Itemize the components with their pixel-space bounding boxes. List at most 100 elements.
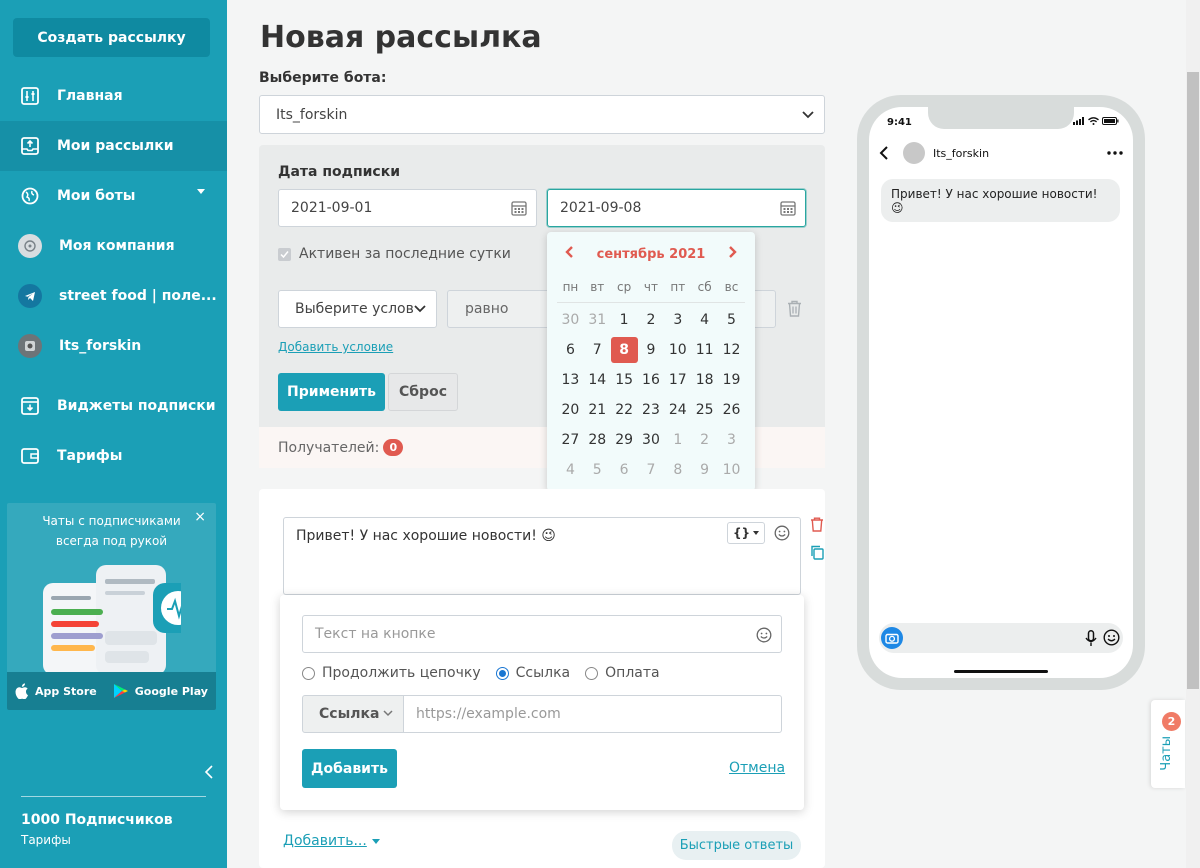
calendar-day[interactable]: 6	[557, 337, 584, 363]
calendar-day[interactable]: 29	[611, 427, 638, 453]
weekday-label: чт	[643, 280, 658, 294]
chats-tab[interactable]: 2 Чаты	[1151, 700, 1185, 788]
calendar-day[interactable]: 7	[638, 457, 665, 483]
calendar-day[interactable]: 7	[584, 337, 611, 363]
close-icon[interactable]: ×	[194, 509, 206, 525]
calendar-day[interactable]: 25	[691, 397, 718, 423]
active-last-day-checkbox[interactable]: Активен за последние сутки	[278, 246, 511, 262]
divider	[21, 796, 206, 797]
calendar-day[interactable]: 2	[638, 307, 665, 333]
app-store-link[interactable]: App Store	[15, 683, 97, 699]
calendar-day[interactable]: 16	[638, 367, 665, 393]
sidebar-item-its-forskin[interactable]: Its_forskin	[0, 321, 227, 371]
calendar-day[interactable]: 4	[691, 307, 718, 333]
collapse-sidebar-icon[interactable]	[204, 765, 214, 783]
calendar-day[interactable]: 31	[584, 307, 611, 333]
calendar-day-selected[interactable]: 8	[610, 337, 638, 363]
weekday-label: пн	[562, 280, 579, 294]
calendar-day[interactable]: 4	[557, 457, 584, 483]
calendar-icon	[511, 201, 527, 216]
caret-down-icon	[753, 531, 760, 535]
sidebar-item-label: street food | поле...	[59, 288, 217, 304]
calendar-day[interactable]: 5	[718, 307, 745, 333]
bot-select[interactable]: Its_forskin	[259, 95, 825, 134]
plan-link[interactable]: Тарифы	[21, 833, 71, 847]
url-input[interactable]: https://example.com	[403, 695, 782, 733]
calendar-day[interactable]: 30	[557, 307, 584, 333]
add-more-dropdown[interactable]: Добавить...	[283, 833, 380, 849]
calendar-day[interactable]: 28	[584, 427, 611, 453]
variables-button[interactable]: {}	[727, 522, 765, 544]
calendar-day[interactable]: 6	[611, 457, 638, 483]
wallet-icon	[20, 446, 40, 466]
emoji-icon[interactable]	[774, 525, 790, 545]
scrollbar-thumb[interactable]	[1187, 72, 1199, 689]
calendar-day[interactable]: 8	[664, 457, 691, 483]
add-button[interactable]: Добавить	[302, 749, 397, 788]
calendar-day[interactable]: 3	[664, 307, 691, 333]
trash-icon[interactable]	[787, 300, 802, 321]
radio-continue-chain[interactable]: Продолжить цепочку	[302, 665, 481, 681]
promo-text-line2: всегда под рукой	[55, 534, 168, 548]
radio-link[interactable]: Ссылка	[495, 665, 570, 681]
quick-replies-button[interactable]: Быстрые ответы	[672, 831, 801, 860]
calendar-day[interactable]: 26	[718, 397, 745, 423]
calendar-day[interactable]: 10	[718, 457, 745, 483]
add-condition-link[interactable]: Добавить условие	[278, 340, 393, 354]
prev-month-icon[interactable]	[564, 246, 574, 262]
calendar-day[interactable]: 20	[557, 397, 584, 423]
condition-select[interactable]: Выберите услов	[278, 290, 437, 328]
calendar-day[interactable]: 18	[691, 367, 718, 393]
sidebar-item-my-bots[interactable]: Мои боты	[0, 171, 227, 221]
chevron-down-icon	[802, 110, 814, 118]
calendar-day[interactable]: 21	[584, 397, 611, 423]
calendar-day[interactable]: 9	[691, 457, 718, 483]
apply-button[interactable]: Применить	[278, 373, 385, 411]
cancel-link[interactable]: Отмена	[729, 760, 785, 776]
calendar-day[interactable]: 9	[638, 337, 665, 363]
calendar-day[interactable]: 3	[718, 427, 745, 453]
sidebar-item-widgets[interactable]: Виджеты подписки	[0, 381, 227, 431]
chevron-down-icon[interactable]	[197, 189, 205, 194]
calendar-day[interactable]: 1	[611, 307, 638, 333]
date-to-input[interactable]: 2021-09-08	[547, 189, 806, 227]
calendar-day[interactable]: 10	[664, 337, 691, 363]
calendar-day[interactable]: 19	[718, 367, 745, 393]
sidebar-item-tariffs[interactable]: Тарифы	[0, 431, 227, 481]
button-text-input[interactable]: Текст на кнопке	[302, 615, 782, 653]
calendar-day[interactable]: 17	[664, 367, 691, 393]
calendar-day[interactable]: 30	[638, 427, 665, 453]
chats-tab-label: Чаты	[1159, 736, 1174, 771]
globe-icon	[20, 186, 40, 206]
calendar-day[interactable]: 12	[718, 337, 745, 363]
calendar-day[interactable]: 14	[584, 367, 611, 393]
reset-button[interactable]: Сброс	[388, 373, 458, 411]
next-month-icon[interactable]	[728, 246, 738, 262]
calendar-day[interactable]: 15	[611, 367, 638, 393]
radio-payment[interactable]: Оплата	[585, 665, 660, 681]
link-type-select[interactable]: Ссылка	[302, 695, 404, 733]
weekday-label: пт	[670, 280, 686, 294]
calendar-day[interactable]: 22	[611, 397, 638, 423]
sidebar-item-my-company[interactable]: Моя компания	[0, 221, 227, 271]
delete-message-icon[interactable]	[810, 517, 824, 536]
google-play-link[interactable]: Google Play	[113, 683, 208, 699]
calendar-day[interactable]: 23	[638, 397, 665, 423]
calendar-day[interactable]: 11	[691, 337, 718, 363]
copy-message-icon[interactable]	[810, 545, 824, 564]
calendar-day[interactable]: 2	[691, 427, 718, 453]
checkbox[interactable]	[278, 247, 291, 261]
sidebar-item-street-food[interactable]: street food | поле...	[0, 271, 227, 321]
create-mailing-button[interactable]: Создать рассылку	[13, 18, 210, 57]
sidebar-item-home[interactable]: Главная	[0, 71, 227, 121]
message-textarea[interactable]: Привет! У нас хорошие новости! 😉	[283, 517, 801, 595]
calendar-day[interactable]: 1	[664, 427, 691, 453]
calendar-day[interactable]: 24	[664, 397, 691, 423]
sidebar-item-my-mailings[interactable]: Мои рассылки	[0, 121, 227, 171]
calendar-day[interactable]: 5	[584, 457, 611, 483]
date-from-input[interactable]: 2021-09-01	[278, 189, 537, 227]
signal-icon	[1073, 117, 1084, 125]
calendar-day[interactable]: 27	[557, 427, 584, 453]
sidebar-item-label: Виджеты подписки	[57, 398, 216, 414]
calendar-day[interactable]: 13	[557, 367, 584, 393]
